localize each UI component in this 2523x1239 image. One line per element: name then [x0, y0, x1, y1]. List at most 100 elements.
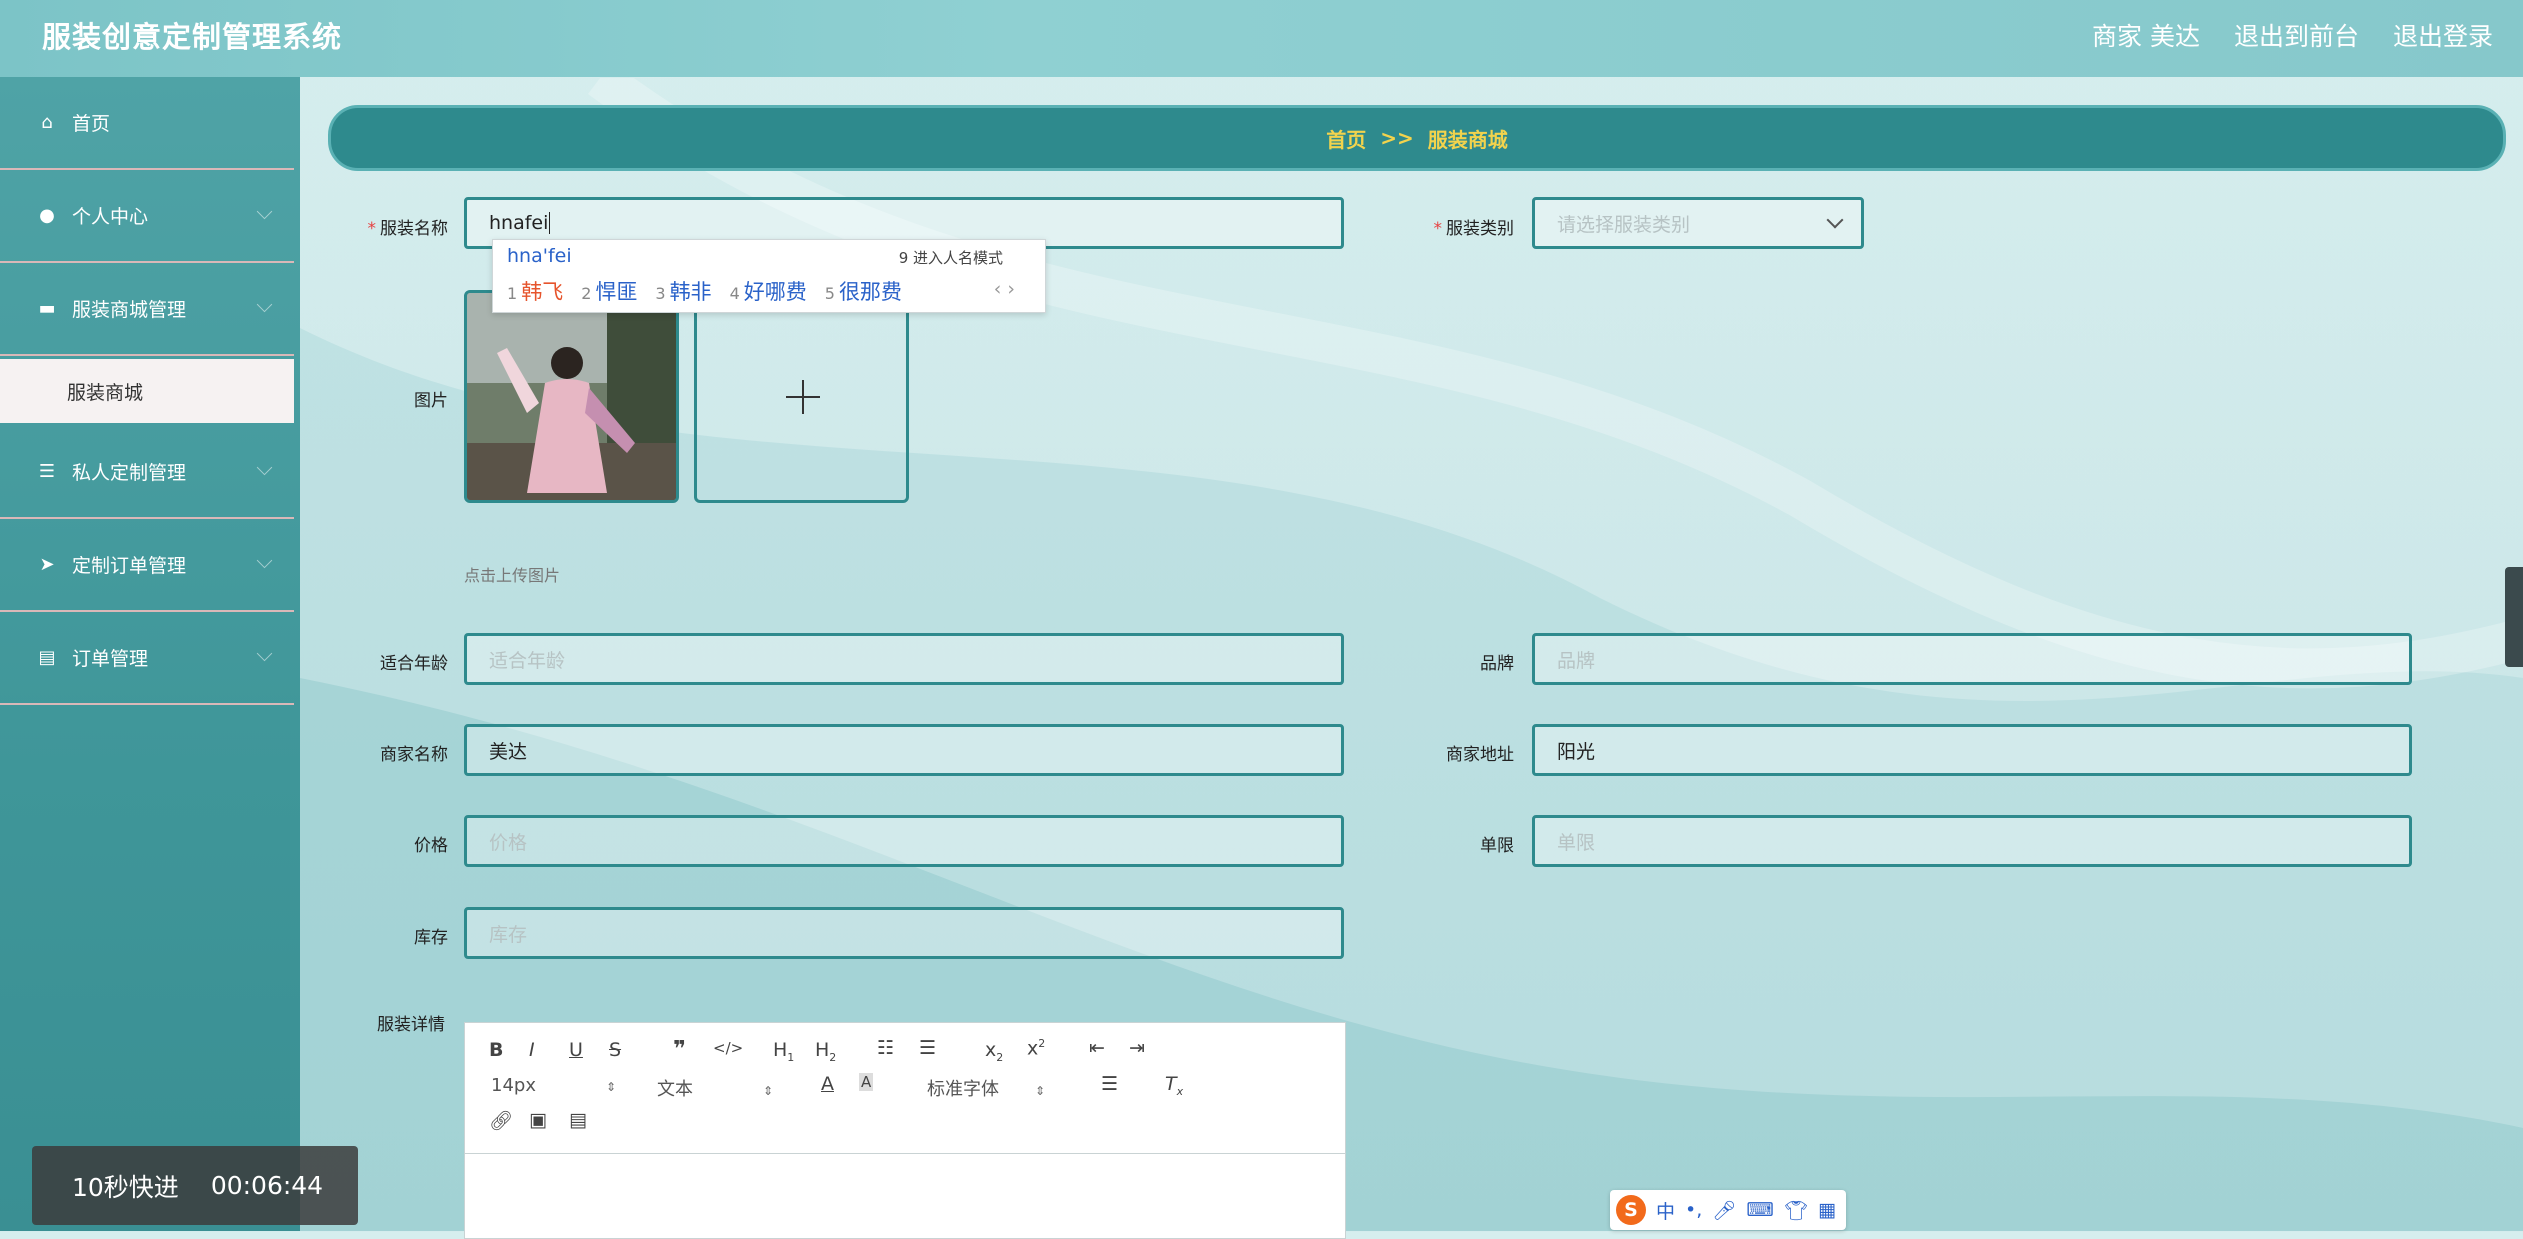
- sidebar-item-label: 服装商城管理: [72, 299, 187, 321]
- ime-candidate[interactable]: 5 很那费: [825, 276, 902, 306]
- chevron-down-icon: [256, 296, 273, 313]
- chevron-down-icon: [256, 645, 273, 662]
- ime-candidate[interactable]: 3 韩非: [655, 276, 711, 306]
- skip-forward-label[interactable]: 10秒快进: [72, 1168, 179, 1204]
- ime-candidate[interactable]: 4 好哪费: [730, 276, 807, 306]
- sidebar-item-custom-management[interactable]: ☰ 私人定制管理: [0, 426, 294, 519]
- skin-icon[interactable]: 👕︎: [1784, 1199, 1808, 1222]
- ordered-list-icon[interactable]: ☷: [877, 1037, 894, 1059]
- logout-link[interactable]: 退出登录: [2393, 17, 2493, 53]
- side-scroll-tab[interactable]: [2505, 567, 2523, 667]
- clothing-name-value: hnafei: [489, 212, 549, 234]
- image-label: 图片: [414, 391, 448, 411]
- brand-label: 品牌: [1480, 654, 1514, 674]
- rich-text-editor: B I U S ❞ </> H1 H2 ☷ ☰ x2 x2 ⇤ ⇥ 14px ⇕ …: [464, 1022, 1346, 1239]
- link-icon[interactable]: 🔗︎: [489, 1109, 513, 1132]
- user-icon: ●: [39, 205, 55, 226]
- heading1-icon[interactable]: H1: [773, 1039, 794, 1064]
- app-title: 服装创意定制管理系统: [42, 20, 343, 54]
- ime-language-label[interactable]: 中: [1656, 1197, 1675, 1224]
- breadcrumb-separator: >>: [1380, 126, 1414, 150]
- image-icon[interactable]: ▣: [529, 1109, 547, 1131]
- bullet-list-icon[interactable]: ☰: [919, 1037, 936, 1059]
- upload-hint: 点击上传图片: [464, 566, 561, 585]
- brand-input[interactable]: 品牌: [1532, 633, 2412, 685]
- age-label: 适合年龄: [380, 654, 448, 674]
- breadcrumb-current: 服装商城: [1427, 127, 1508, 152]
- italic-icon[interactable]: I: [529, 1039, 535, 1061]
- punctuation-icon[interactable]: •,: [1685, 1199, 1702, 1221]
- ime-mode-hint[interactable]: 9 进入人名模式: [899, 247, 1003, 268]
- required-mark: *: [1433, 219, 1443, 239]
- sogou-logo-icon: S: [1616, 1195, 1646, 1225]
- video-playback-overlay[interactable]: 10秒快进 00:06:44: [32, 1146, 358, 1225]
- font-family-select[interactable]: 标准字体 ⇕: [927, 1075, 1045, 1101]
- align-icon[interactable]: ☰: [1101, 1073, 1118, 1095]
- sidebar-item-label: 首页: [72, 113, 111, 135]
- font-size-select[interactable]: 14px ⇕: [491, 1075, 616, 1096]
- indent-icon[interactable]: ⇥: [1129, 1037, 1145, 1059]
- bold-icon[interactable]: B: [489, 1039, 503, 1061]
- sidebar-subitem-mall[interactable]: 服装商城: [0, 359, 294, 423]
- ime-candidate[interactable]: 1 韩飞: [507, 276, 563, 306]
- heading2-icon[interactable]: H2: [815, 1039, 836, 1064]
- chat-icon: ▬: [38, 298, 56, 319]
- clothing-category-select[interactable]: 请选择服装类别: [1532, 197, 1864, 249]
- merchant-user-link[interactable]: 商家 美达: [2092, 17, 2200, 53]
- uploaded-image-thumbnail[interactable]: [464, 290, 679, 503]
- text-caret: [549, 212, 551, 234]
- merchant-name-label: 商家名称: [380, 745, 448, 765]
- paragraph-select[interactable]: 文本 ⇕: [657, 1075, 773, 1101]
- chevron-down-icon: [1826, 211, 1844, 229]
- ime-page-arrows[interactable]: ‹ ›: [994, 278, 1015, 300]
- image-upload-button[interactable]: [694, 290, 909, 503]
- toolbox-icon[interactable]: ▦: [1818, 1199, 1836, 1221]
- print-icon: ▤: [38, 647, 56, 668]
- ime-status-bar[interactable]: S 中 •, 🎤︎ ⌨ 👕︎ ▦: [1610, 1190, 1846, 1230]
- blockquote-icon[interactable]: ❞: [673, 1037, 686, 1062]
- playback-time: 00:06:44: [210, 1171, 324, 1200]
- chevron-down-icon: [256, 459, 273, 476]
- ime-candidate[interactable]: 2 悍匪: [581, 276, 637, 306]
- subscript-icon[interactable]: x2: [985, 1039, 1003, 1064]
- editor-toolbar: B I U S ❞ </> H1 H2 ☷ ☰ x2 x2 ⇤ ⇥ 14px ⇕ …: [465, 1023, 1345, 1154]
- sidebar-item-home[interactable]: ⌂ 首页: [0, 77, 294, 170]
- microphone-icon[interactable]: 🎤︎: [1712, 1199, 1736, 1222]
- sidebar-item-personal-center[interactable]: ● 个人中心: [0, 170, 294, 263]
- ime-pinyin: hna'fei: [507, 245, 572, 267]
- stock-input[interactable]: 库存: [464, 907, 1344, 959]
- price-input[interactable]: 价格: [464, 815, 1344, 867]
- outdent-icon[interactable]: ⇤: [1089, 1037, 1105, 1059]
- chevron-down-icon: [256, 552, 273, 569]
- send-icon: ➤: [39, 554, 55, 575]
- strikethrough-icon[interactable]: S: [609, 1039, 621, 1061]
- limit-input[interactable]: 单限: [1532, 815, 2412, 867]
- video-icon[interactable]: ▤: [569, 1109, 587, 1131]
- font-color-icon[interactable]: A: [821, 1073, 834, 1095]
- background-color-icon[interactable]: A: [859, 1073, 874, 1091]
- keyboard-icon[interactable]: ⌨: [1746, 1199, 1773, 1221]
- back-to-frontend-link[interactable]: 退出到前台: [2234, 17, 2359, 53]
- clear-format-icon[interactable]: Tx: [1165, 1073, 1183, 1098]
- code-block-icon[interactable]: </>: [713, 1039, 743, 1057]
- underline-icon[interactable]: U: [569, 1039, 583, 1061]
- merchant-address-input[interactable]: 阳光: [1532, 724, 2412, 776]
- ime-candidates: 1 韩飞 2 悍匪 3 韩非 4 好哪费 5 很那费: [507, 276, 902, 306]
- sidebar-item-label: 个人中心: [72, 206, 149, 228]
- chevron-down-icon: [256, 203, 273, 220]
- home-icon: ⌂: [41, 112, 53, 133]
- sidebar-item-custom-order-management[interactable]: ➤ 定制订单管理: [0, 519, 294, 612]
- sidebar-item-label: 定制订单管理: [72, 555, 187, 577]
- superscript-icon[interactable]: x2: [1027, 1037, 1045, 1059]
- limit-label: 单限: [1480, 836, 1514, 856]
- sidebar-item-mall-management[interactable]: ▬ 服装商城管理: [0, 263, 294, 356]
- age-input[interactable]: 适合年龄: [464, 633, 1344, 685]
- breadcrumb: 首页 >> 服装商城: [328, 105, 2506, 171]
- category-placeholder: 请选择服装类别: [1557, 213, 1691, 236]
- merchant-name-input[interactable]: 美达: [464, 724, 1344, 776]
- sidebar-item-order-management[interactable]: ▤ 订单管理: [0, 612, 294, 705]
- clothing-photo: [467, 293, 676, 500]
- ime-candidate-popup: hna'fei 9 进入人名模式 1 韩飞 2 悍匪 3 韩非 4 好哪费 5 很那费 ‹…: [492, 239, 1046, 313]
- list-icon: ☰: [38, 461, 56, 482]
- breadcrumb-home[interactable]: 首页: [1326, 124, 1366, 153]
